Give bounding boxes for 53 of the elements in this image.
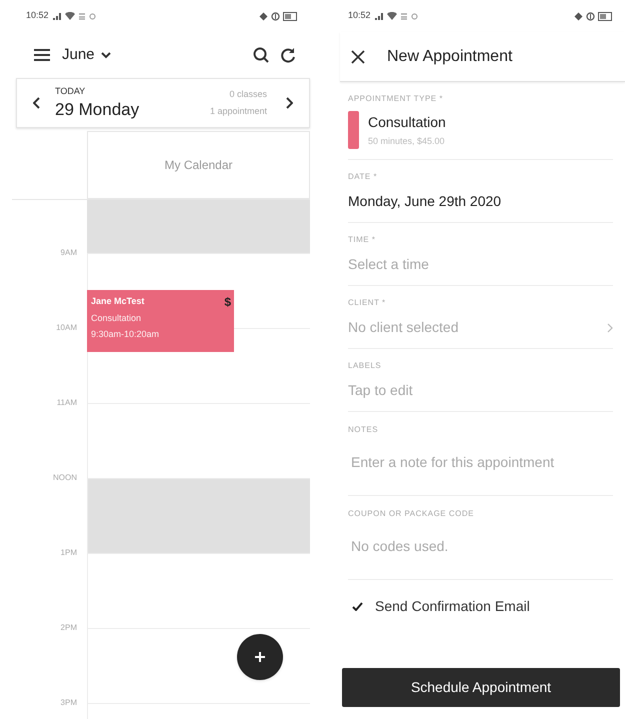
appointment-type-name[interactable]: Consultation	[368, 112, 446, 133]
hour-label: 9AM	[60, 247, 77, 259]
search-icon[interactable]	[253, 47, 269, 63]
field-label: APPOINTMENT TYPE *	[348, 93, 444, 105]
field-label: CLIENT *	[348, 297, 387, 309]
screen-title: New Appointment	[387, 46, 512, 66]
hour-label: 2PM	[60, 622, 77, 634]
wifi-icon	[386, 12, 397, 20]
text-input-field[interactable]: Enter a note for this appointment	[351, 452, 616, 473]
chevron-down-icon	[100, 52, 111, 58]
schedule-button[interactable]: Schedule Appointment	[342, 668, 620, 707]
field-label: LABELS	[348, 360, 382, 372]
field-label: NOTES	[348, 424, 380, 436]
today-caption: TODAY	[55, 85, 86, 98]
day-title: 29 Monday	[55, 98, 140, 121]
calendar-column-header: My Calendar	[87, 131, 310, 199]
event-type: Consultation	[91, 312, 142, 324]
close-icon[interactable]	[350, 48, 366, 64]
appointment-event[interactable]: Jane McTest Consultation 9:30am-10:20am $	[87, 290, 234, 352]
event-time: 9:30am-10:20am	[91, 328, 160, 341]
hour-label: 11AM	[56, 397, 77, 409]
hour-label: 3PM	[60, 697, 77, 709]
menu-icon[interactable]	[34, 48, 50, 62]
text-input-field[interactable]: No codes used.	[351, 536, 616, 557]
hour-label: NOON	[53, 472, 77, 484]
wifi-icon	[64, 12, 75, 20]
field-label: TIME *	[348, 234, 376, 246]
chevron-right-icon[interactable]	[285, 97, 293, 109]
event-client: Jane McTest	[91, 295, 144, 308]
plus-icon	[254, 651, 266, 663]
classes-count: 0 classes	[229, 88, 267, 100]
check-icon	[352, 602, 362, 611]
chevron-left-icon[interactable]	[33, 97, 41, 109]
confirmation-checkbox[interactable]	[351, 600, 363, 612]
status-time: 10:52	[26, 9, 49, 22]
confirmation-label: Send Confirmation Email	[375, 597, 530, 616]
refresh-icon[interactable]	[280, 47, 296, 63]
battery-icon	[598, 12, 613, 20]
field-label: DATE *	[348, 171, 378, 183]
appointments-count: 1 appointment	[210, 105, 267, 118]
field-label: COUPON OR PACKAGE CODE	[348, 508, 475, 520]
chevron-right-icon	[607, 322, 613, 332]
signal-icon	[374, 12, 384, 20]
status-time: 10:52	[348, 9, 371, 22]
month-dropdown[interactable]: June	[62, 44, 111, 66]
client-placeholder: No client selected	[348, 318, 459, 337]
paid-marker: $	[224, 294, 231, 311]
appointment-type-detail: 50 minutes, $45.00	[368, 134, 446, 148]
battery-icon	[283, 12, 298, 20]
date-value[interactable]: Monday, June 29th 2020	[348, 191, 613, 212]
hour-label: 1PM	[60, 547, 77, 559]
hour-label: 10AM	[56, 322, 77, 334]
signal-icon	[52, 12, 62, 20]
